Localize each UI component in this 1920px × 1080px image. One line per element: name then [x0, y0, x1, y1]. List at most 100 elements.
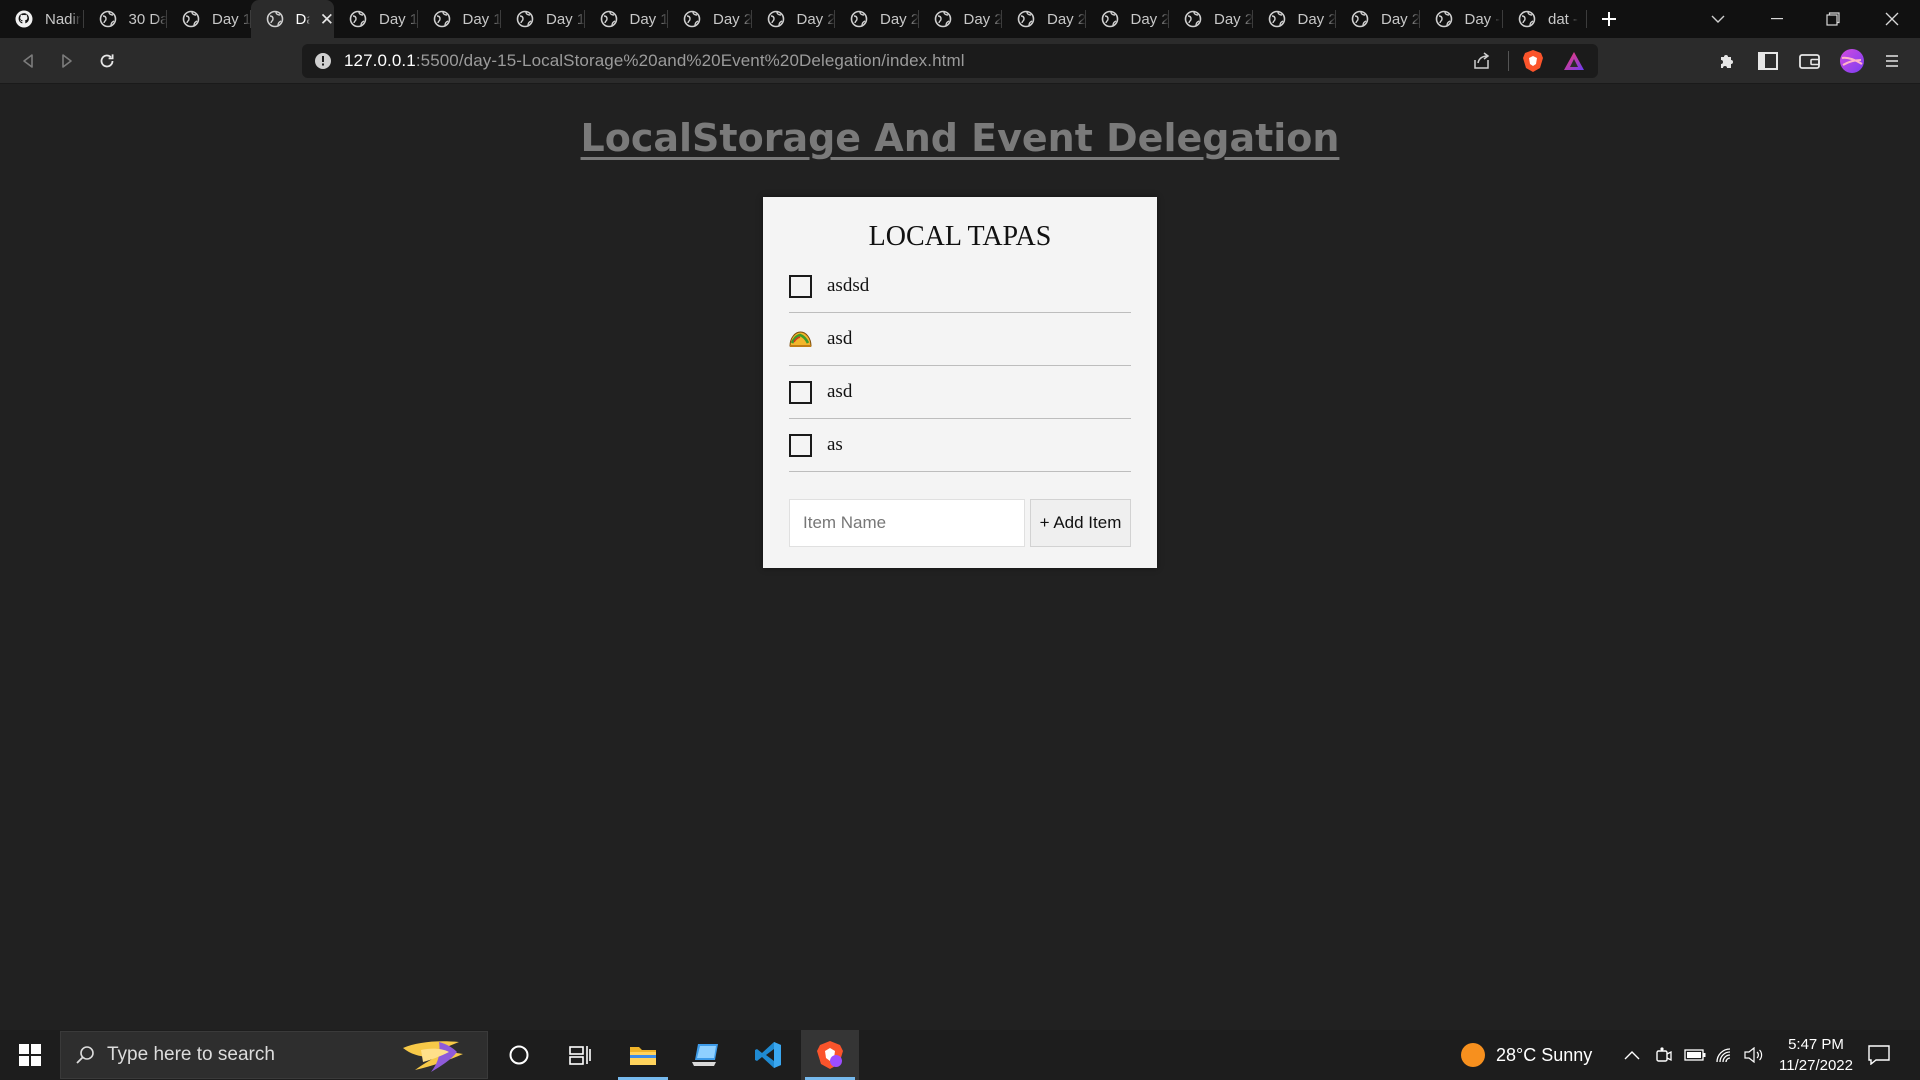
tab-title: Day 1 [212, 10, 251, 28]
item-label[interactable]: asd [827, 381, 852, 403]
folder-icon [630, 1047, 656, 1065]
item-checkbox[interactable] [789, 433, 812, 457]
hamburger-icon [1886, 55, 1898, 67]
start-button[interactable] [0, 1030, 60, 1080]
list-item: asdsd [789, 260, 1131, 313]
tab-9[interactable]: Day 2 [752, 0, 835, 38]
item-label[interactable]: asd [827, 328, 852, 350]
minimize-button[interactable] [1749, 0, 1805, 38]
tab-2[interactable]: Day 1 [167, 0, 251, 38]
weather-text: 28°C Sunny [1496, 1044, 1593, 1065]
tab-4[interactable]: Day 1 [334, 0, 418, 38]
item-checkbox-checked[interactable] [789, 328, 812, 351]
globe-icon [767, 10, 784, 28]
notifications-button[interactable] [1868, 1030, 1890, 1080]
tab-15[interactable]: Day 2 [1253, 0, 1336, 38]
reload-button[interactable] [93, 47, 121, 75]
tab-3[interactable]: Da ✕ [250, 0, 334, 38]
notification-icon [1868, 1045, 1890, 1065]
tab-title: Day - [1464, 10, 1501, 28]
back-button[interactable] [14, 47, 42, 75]
tab-search-button[interactable] [1690, 0, 1746, 38]
avatar [1840, 49, 1864, 73]
github-icon [15, 10, 33, 28]
globe-icon [99, 10, 116, 28]
item-label[interactable]: as [827, 434, 843, 456]
new-tab-button[interactable] [1587, 0, 1631, 38]
tab-1[interactable]: 30 Da [84, 0, 167, 38]
tab-16[interactable]: Day 2 [1336, 0, 1420, 38]
clock[interactable]: 5:47 PM 11/27/2022 [1768, 1034, 1864, 1076]
tab-title: Nadir [45, 10, 81, 28]
taskbar-search-box[interactable]: Type here to search [60, 1031, 488, 1079]
show-hidden-icons-button[interactable] [1624, 1030, 1640, 1080]
back-arrow-icon [23, 54, 33, 68]
tab-5[interactable]: Day 1 [418, 0, 501, 38]
share-button[interactable] [1472, 44, 1492, 78]
battery-button[interactable] [1684, 1030, 1706, 1080]
list-item: asd [789, 313, 1131, 366]
profile-button[interactable] [1838, 47, 1866, 75]
tab-0[interactable]: Nadir [0, 0, 84, 38]
site-info-icon[interactable] [314, 52, 332, 70]
laptop-icon [692, 1044, 718, 1066]
tab-8[interactable]: Day 2 [668, 0, 752, 38]
network-button[interactable] [1715, 1030, 1735, 1080]
divider [1508, 44, 1509, 78]
extensions-button[interactable] [1713, 47, 1741, 75]
restore-button[interactable] [1805, 0, 1861, 38]
sun-icon [1461, 1043, 1485, 1067]
wallet-button[interactable] [1796, 47, 1824, 75]
add-item-button[interactable]: + Add Item [1030, 499, 1131, 547]
vscode-button[interactable] [739, 1030, 797, 1080]
tab-title: Day 2 [1130, 10, 1170, 28]
tab-title: Day 1 [379, 10, 418, 28]
cortana-button[interactable] [490, 1030, 548, 1080]
task-view-button[interactable] [551, 1030, 609, 1080]
globe-icon [182, 10, 200, 28]
tab-title: Day 2 [963, 10, 1003, 28]
meet-now-button[interactable] [1656, 1030, 1672, 1080]
sidebar-button[interactable] [1754, 47, 1782, 75]
volume-button[interactable] [1744, 1030, 1764, 1080]
file-explorer-button[interactable] [614, 1030, 672, 1080]
sidebar-icon [1758, 52, 1778, 70]
tab-11[interactable]: Day 2 [919, 0, 1003, 38]
speaker-icon [1744, 1047, 1763, 1063]
close-window-button[interactable] [1864, 0, 1920, 38]
tab-12[interactable]: Day 2 [1002, 0, 1086, 38]
tab-list: Nadir30 DaDay 1Da✕Day 1Day 1Day 1Day 1Da… [0, 0, 1587, 38]
item-checkbox[interactable] [789, 380, 812, 404]
close-tab-button[interactable]: ✕ [320, 11, 334, 28]
search-highlight-icon [403, 1041, 463, 1072]
chevron-down-icon [1711, 15, 1725, 23]
tab-7[interactable]: Day 1 [585, 0, 668, 38]
item-name-input[interactable] [789, 499, 1025, 547]
globe-icon [1017, 10, 1035, 28]
address-bar[interactable]: 127.0.0.1:5500/day-15-LocalStorage%20and… [302, 44, 1598, 78]
tab-14[interactable]: Day 2 [1169, 0, 1253, 38]
tab-6[interactable]: Day 1 [501, 0, 585, 38]
item-label[interactable]: asdsd [827, 275, 869, 297]
tab-13[interactable]: Day 2 [1086, 0, 1170, 38]
reload-icon [100, 54, 114, 68]
menu-button[interactable] [1878, 47, 1906, 75]
brave-rewards-button[interactable] [1563, 44, 1585, 78]
card-heading: LOCAL TAPAS [868, 221, 1052, 252]
minimize-icon [1771, 18, 1783, 20]
weather-widget[interactable]: 28°C Sunny [1460, 1030, 1592, 1080]
forward-button[interactable] [53, 47, 81, 75]
globe-icon [516, 10, 534, 28]
tab-18[interactable]: dat - [1503, 0, 1587, 38]
item-checkbox[interactable] [789, 274, 812, 298]
brave-shields-button[interactable] [1522, 44, 1544, 78]
globe-icon [1101, 10, 1118, 28]
remote-desktop-button[interactable] [677, 1030, 735, 1080]
taskbar: Type here to search 28°C Sunny 5:47 PM 1… [0, 1030, 1920, 1080]
page-viewport: LocalStorage And Event Delegation LOCAL … [0, 84, 1920, 1030]
tab-17[interactable]: Day - [1420, 0, 1504, 38]
brave-browser-button[interactable] [801, 1030, 859, 1080]
tab-10[interactable]: Day 2 [835, 0, 919, 38]
globe-icon [1435, 10, 1452, 28]
tab-title: Day 2 [713, 10, 752, 28]
